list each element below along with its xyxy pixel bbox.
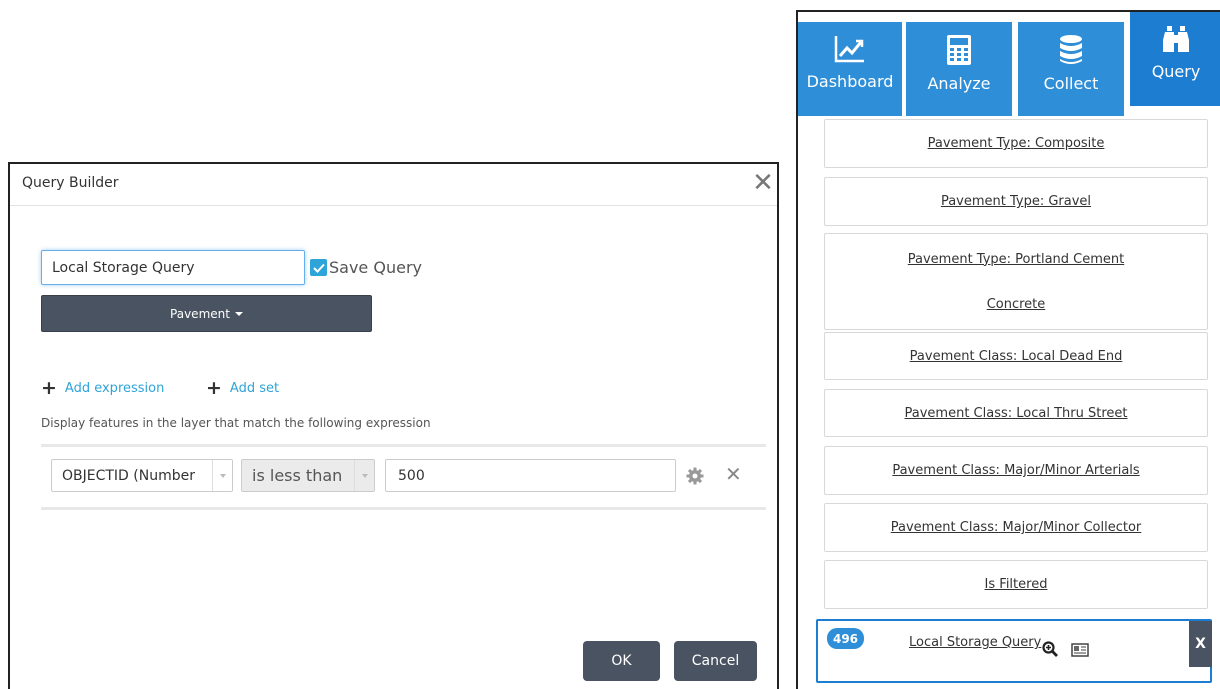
query-item-pavement-class-local-thru-street[interactable]: Pavement Class: Local Thru Street xyxy=(824,389,1208,437)
plus-icon: + xyxy=(206,377,222,399)
save-query-label: Save Query xyxy=(329,258,422,277)
trend-chart-icon xyxy=(834,36,864,63)
operator-select[interactable]: is less than xyxy=(241,459,375,492)
result-count-badge: 496 xyxy=(827,628,864,649)
tab-collect[interactable]: Collect xyxy=(1018,22,1124,116)
add-set-label: Add set xyxy=(229,380,280,396)
layer-dropdown-button[interactable]: Pavement xyxy=(41,295,372,332)
field-select[interactable]: OBJECTID (Number xyxy=(51,459,233,492)
active-query-label[interactable]: Local Storage Query xyxy=(909,635,1041,650)
plus-icon: + xyxy=(41,377,57,399)
layer-dropdown-label: Pavement xyxy=(170,306,230,321)
dialog-title: Query Builder xyxy=(22,175,119,191)
add-expression-link[interactable]: + Add expression xyxy=(41,377,165,399)
expression-description: Display features in the layer that match… xyxy=(41,416,431,430)
dialog-header: Query Builder ✕ xyxy=(10,164,777,206)
operator-select-arrow[interactable] xyxy=(354,460,374,491)
tab-collect-label: Collect xyxy=(1043,74,1099,93)
field-select-arrow[interactable] xyxy=(212,460,232,491)
query-item-pavement-type-composite[interactable]: Pavement Type: Composite xyxy=(824,119,1208,168)
add-set-link[interactable]: + Add set xyxy=(206,377,280,399)
remove-expression-icon[interactable]: ✕ xyxy=(725,462,742,486)
operator-select-value: is less than xyxy=(252,466,343,485)
tab-analyze-label: Analyze xyxy=(927,74,991,93)
triangle-down-icon xyxy=(361,473,368,478)
tab-dashboard-label: Dashboard xyxy=(806,72,894,91)
save-query-checkbox-row[interactable]: Save Query xyxy=(310,258,422,277)
add-expression-label: Add expression xyxy=(64,380,165,396)
gear-icon[interactable] xyxy=(685,466,705,486)
checkmark-icon xyxy=(312,263,325,273)
field-select-value: OBJECTID (Number xyxy=(62,467,195,484)
calculator-icon xyxy=(947,35,971,65)
close-icon[interactable]: ✕ xyxy=(749,168,777,200)
tab-query[interactable]: Query xyxy=(1130,12,1220,106)
query-name-input[interactable] xyxy=(41,250,305,285)
expression-row: OBJECTID (Number is less than ✕ xyxy=(41,444,766,510)
tab-query-label: Query xyxy=(1151,62,1201,81)
save-query-checkbox[interactable] xyxy=(310,259,327,276)
cancel-button[interactable]: Cancel xyxy=(674,641,757,681)
query-builder-dialog: Query Builder ✕ Save Query Pavement + Ad… xyxy=(8,162,779,689)
query-item-pavement-type-gravel[interactable]: Pavement Type: Gravel xyxy=(824,177,1208,226)
active-query-item[interactable]: 496 Local Storage Query X xyxy=(816,619,1212,683)
caret-down-icon xyxy=(234,311,243,316)
query-item-pavement-class-local-dead-end[interactable]: Pavement Class: Local Dead End xyxy=(824,332,1208,380)
triangle-down-icon xyxy=(219,473,226,478)
zoom-in-icon[interactable] xyxy=(1042,641,1058,657)
query-panel: Dashboard Analyze Collect Query Pavement… xyxy=(796,10,1220,689)
tab-analyze[interactable]: Analyze xyxy=(906,22,1012,116)
expression-value-input[interactable] xyxy=(385,459,676,492)
ok-button[interactable]: OK xyxy=(583,641,660,681)
attribute-table-icon[interactable] xyxy=(1071,643,1089,657)
remove-query-button[interactable]: X xyxy=(1189,621,1212,667)
binoculars-icon xyxy=(1163,26,1189,52)
tab-dashboard[interactable]: Dashboard xyxy=(798,22,902,116)
query-item-is-filtered[interactable]: Is Filtered xyxy=(824,560,1208,609)
database-icon xyxy=(1060,35,1082,64)
query-item-pavement-class-major-minor-arterials[interactable]: Pavement Class: Major/Minor Arterials xyxy=(824,446,1208,495)
query-item-pavement-type-portland-cement-concrete[interactable]: Pavement Type: Portland Cement Concrete xyxy=(824,233,1208,330)
query-item-pavement-class-major-minor-collector[interactable]: Pavement Class: Major/Minor Collector xyxy=(824,503,1208,552)
